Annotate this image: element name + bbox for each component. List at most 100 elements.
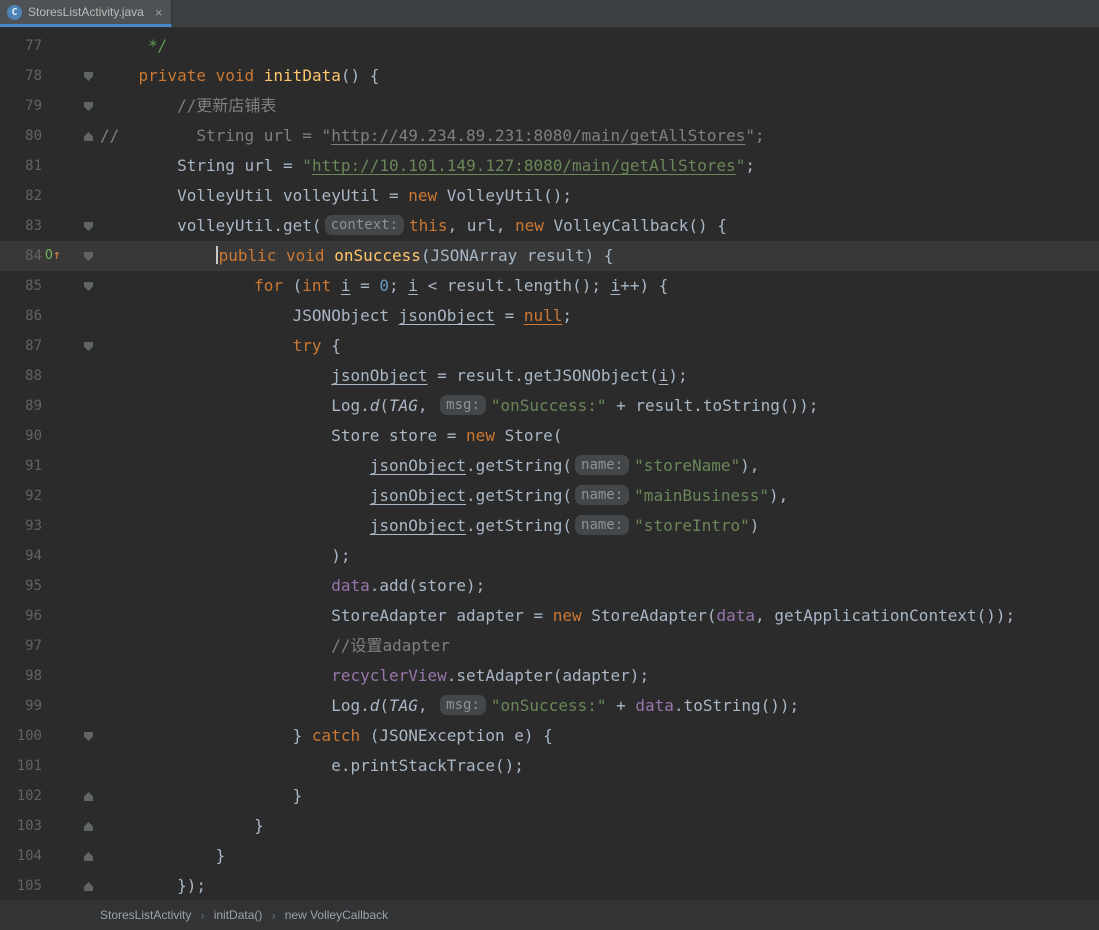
- code-line-89[interactable]: 89 Log.d(TAG, msg:"onSuccess:" + result.…: [0, 391, 1099, 421]
- code-line-80[interactable]: 80 // String url = "http://49.234.89.231:…: [0, 121, 1099, 151]
- breadcrumb-item[interactable]: StoresListActivity: [100, 908, 191, 922]
- code-token: [325, 246, 335, 265]
- code-line-85[interactable]: 85 for (int i = 0; i < result.length(); …: [0, 271, 1099, 301]
- code-token: .setAdapter(adapter);: [447, 666, 649, 685]
- code-line-102[interactable]: 102 }: [0, 781, 1099, 811]
- fold-marker-down-icon[interactable]: [84, 342, 93, 351]
- line-number[interactable]: 77: [0, 31, 42, 61]
- line-number[interactable]: 79: [0, 91, 42, 121]
- code-line-86[interactable]: 86 JSONObject jsonObject = null;: [0, 301, 1099, 331]
- fold-marker-up-icon[interactable]: [84, 792, 93, 801]
- code-token: void: [286, 246, 325, 265]
- code-line-88[interactable]: 88 jsonObject = result.getJSONObject(i);: [0, 361, 1099, 391]
- line-number[interactable]: 78: [0, 61, 42, 91]
- fold-marker-down-icon[interactable]: [84, 732, 93, 741]
- code-line-92[interactable]: 92 jsonObject.getString(name:"mainBusine…: [0, 481, 1099, 511]
- fold-marker-up-icon[interactable]: [84, 132, 93, 141]
- fold-marker-down-icon[interactable]: [84, 222, 93, 231]
- code-text: StoreAdapter adapter = new StoreAdapter(…: [100, 601, 1015, 631]
- code-line-91[interactable]: 91 jsonObject.getString(name:"storeName"…: [0, 451, 1099, 481]
- line-number[interactable]: 80: [0, 121, 42, 151]
- code-line-101[interactable]: 101 e.printStackTrace();: [0, 751, 1099, 781]
- code-line-95[interactable]: 95 data.add(store);: [0, 571, 1099, 601]
- code-line-87[interactable]: 87 try {: [0, 331, 1099, 361]
- fold-marker-down-icon[interactable]: [84, 102, 93, 111]
- code-token: Log.: [331, 696, 370, 715]
- code-token: [331, 276, 341, 295]
- code-line-77[interactable]: 77 */: [0, 31, 1099, 61]
- overriding-method-icon[interactable]: O↑: [45, 241, 61, 271]
- line-number[interactable]: 100: [0, 721, 42, 751]
- line-number[interactable]: 90: [0, 421, 42, 451]
- line-number[interactable]: 85: [0, 271, 42, 301]
- code-line-83[interactable]: 83 volleyUtil.get(context:this, url, new…: [0, 211, 1099, 241]
- code-token: (: [283, 276, 302, 295]
- line-number[interactable]: 98: [0, 661, 42, 691]
- line-number[interactable]: 84: [0, 241, 42, 271]
- code-token: jsonObject: [370, 456, 466, 475]
- code-line-93[interactable]: 93 jsonObject.getString(name:"storeIntro…: [0, 511, 1099, 541]
- code-text: // String url = "http://49.234.89.231:80…: [100, 121, 765, 151]
- code-text: */: [100, 31, 167, 61]
- gutter-icons: [42, 331, 100, 361]
- line-number[interactable]: 93: [0, 511, 42, 541]
- line-number[interactable]: 87: [0, 331, 42, 361]
- line-number[interactable]: 91: [0, 451, 42, 481]
- code-line-78[interactable]: 78 private void initData() {: [0, 61, 1099, 91]
- code-token: (: [379, 396, 389, 415]
- code-token: [206, 66, 216, 85]
- line-number[interactable]: 97: [0, 631, 42, 661]
- line-number[interactable]: 83: [0, 211, 42, 241]
- code-token: (: [379, 696, 389, 715]
- code-line-99[interactable]: 99 Log.d(TAG, msg:"onSuccess:" + data.to…: [0, 691, 1099, 721]
- gutter-icons: [42, 841, 100, 871]
- line-number[interactable]: 105: [0, 871, 42, 900]
- code-text: });: [100, 871, 206, 900]
- inlay-hint: msg:: [440, 695, 486, 715]
- line-number[interactable]: 96: [0, 601, 42, 631]
- breadcrumb-item[interactable]: new VolleyCallback: [285, 908, 388, 922]
- fold-marker-up-icon[interactable]: [84, 822, 93, 831]
- code-token: new: [466, 426, 495, 445]
- code-text: }: [100, 811, 264, 841]
- code-line-79[interactable]: 79 //更新店铺表: [0, 91, 1099, 121]
- line-number[interactable]: 103: [0, 811, 42, 841]
- line-number[interactable]: 94: [0, 541, 42, 571]
- line-number[interactable]: 104: [0, 841, 42, 871]
- code-line-90[interactable]: 90 Store store = new Store(: [0, 421, 1099, 451]
- code-line-94[interactable]: 94 );: [0, 541, 1099, 571]
- code-line-82[interactable]: 82 VolleyUtil volleyUtil = new VolleyUti…: [0, 181, 1099, 211]
- code-token: = result.getJSONObject(: [428, 366, 659, 385]
- fold-marker-up-icon[interactable]: [84, 852, 93, 861]
- fold-marker-down-icon[interactable]: [84, 252, 93, 261]
- code-line-98[interactable]: 98 recyclerView.setAdapter(adapter);: [0, 661, 1099, 691]
- close-icon[interactable]: ×: [155, 5, 163, 20]
- code-line-97[interactable]: 97 //设置adapter: [0, 631, 1099, 661]
- line-number[interactable]: 99: [0, 691, 42, 721]
- line-number[interactable]: 88: [0, 361, 42, 391]
- breadcrumb-item[interactable]: initData(): [214, 908, 263, 922]
- code-token: Store(: [495, 426, 562, 445]
- code-line-100[interactable]: 100 } catch (JSONException e) {: [0, 721, 1099, 751]
- line-number[interactable]: 89: [0, 391, 42, 421]
- line-number[interactable]: 81: [0, 151, 42, 181]
- fold-marker-down-icon[interactable]: [84, 282, 93, 291]
- code-line-105[interactable]: 105 });: [0, 871, 1099, 900]
- line-number[interactable]: 101: [0, 751, 42, 781]
- line-number[interactable]: 92: [0, 481, 42, 511]
- code-token: i: [659, 366, 669, 385]
- code-line-96[interactable]: 96 StoreAdapter adapter = new StoreAdapt…: [0, 601, 1099, 631]
- code-line-103[interactable]: 103 }: [0, 811, 1099, 841]
- line-number[interactable]: 102: [0, 781, 42, 811]
- gutter-icons: [42, 301, 100, 331]
- line-number[interactable]: 82: [0, 181, 42, 211]
- tab-storeslistactivity[interactable]: C StoresListActivity.java ×: [0, 0, 172, 27]
- line-number[interactable]: 95: [0, 571, 42, 601]
- fold-marker-down-icon[interactable]: [84, 72, 93, 81]
- code-line-104[interactable]: 104 }: [0, 841, 1099, 871]
- code-line-81[interactable]: 81 String url = "http://10.101.149.127:8…: [0, 151, 1099, 181]
- override-arrow-glyph: ↑: [53, 248, 61, 263]
- line-number[interactable]: 86: [0, 301, 42, 331]
- fold-marker-up-icon[interactable]: [84, 882, 93, 891]
- code-line-84[interactable]: 84O↑ public void onSuccess(JSONArray res…: [0, 241, 1099, 271]
